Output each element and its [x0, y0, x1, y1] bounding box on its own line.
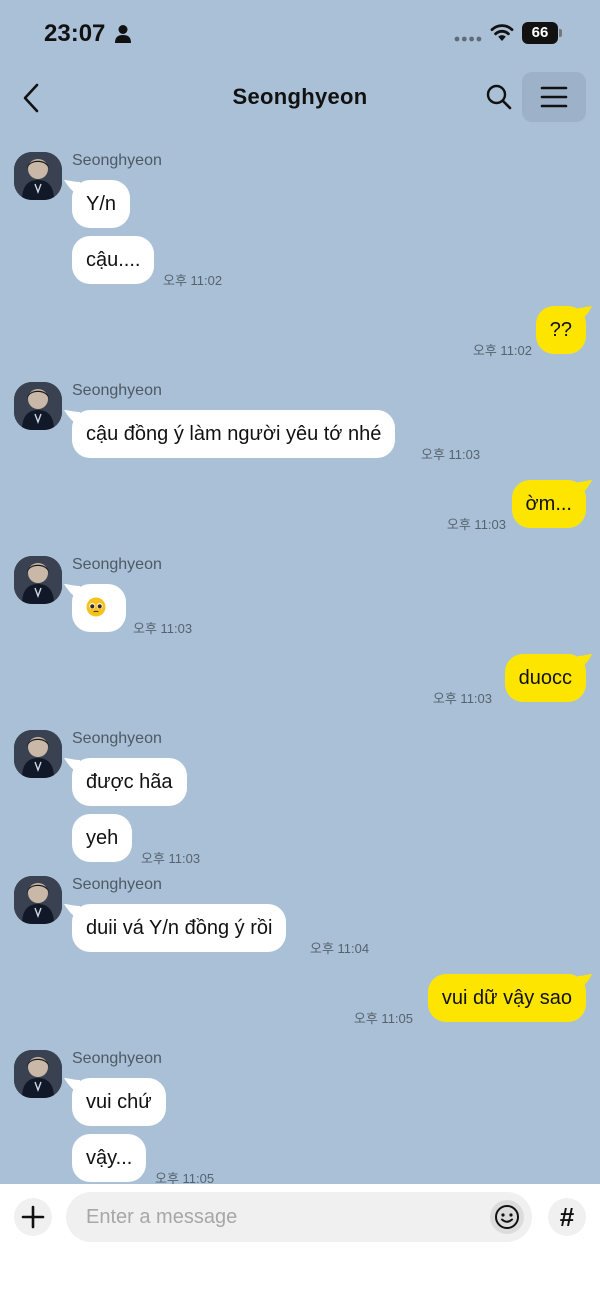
message-bubble[interactable]: yeh: [72, 814, 133, 862]
message-time: 오후 11:03: [446, 517, 506, 532]
message-time: 오후 11:04: [310, 941, 370, 956]
message-bubble[interactable]: được hãa: [72, 758, 187, 806]
status-bar: 23:07 66: [0, 0, 600, 70]
plus-icon: [21, 1205, 45, 1229]
message-bubble[interactable]: cậu đồng ý làm người yêu tớ nhé: [72, 410, 396, 458]
attach-button[interactable]: [14, 1198, 52, 1236]
message-time: 오후 11:03: [432, 691, 492, 706]
search-icon[interactable]: [484, 82, 514, 112]
message-time: 오후 11:05: [353, 1011, 413, 1026]
pleading-face-icon: [86, 597, 106, 617]
bubble-tail: [578, 306, 592, 322]
chat-header: Seonghyeon: [0, 70, 600, 126]
hamburger-menu-icon: [540, 86, 568, 108]
wifi-icon: [490, 24, 514, 41]
sender-name: Seonghyeon: [72, 730, 162, 747]
message-bubble[interactable]: cậu....: [72, 236, 155, 284]
message-time: 오후 11:02: [163, 273, 223, 288]
avatar[interactable]: [14, 152, 62, 200]
message-bubble[interactable]: vui chứ: [72, 1078, 166, 1126]
sender-name: Seonghyeon: [72, 556, 162, 573]
message-bubble-outgoing[interactable]: vui dữ vậy sao: [427, 974, 586, 1022]
message-bubble[interactable]: duii vá Y/n đồng ý rồi: [72, 904, 287, 952]
bubble-tail: [578, 654, 592, 670]
avatar[interactable]: [14, 382, 62, 430]
message-field[interactable]: [66, 1192, 532, 1242]
message-time: 오후 11:02: [472, 343, 532, 358]
message-bubble-outgoing[interactable]: ờm...: [511, 480, 586, 528]
signal-dots-icon: [454, 36, 482, 42]
message-bubble-emoji[interactable]: [72, 584, 126, 632]
message-time: 오후 11:03: [141, 851, 201, 866]
sender-name: Seonghyeon: [72, 876, 162, 893]
message-input-bar: #: [0, 1184, 600, 1299]
message-bubble-outgoing[interactable]: duocc: [504, 654, 586, 702]
message-bubble[interactable]: vậy...: [72, 1134, 147, 1182]
sender-name: Seonghyeon: [72, 382, 162, 399]
menu-button[interactable]: [522, 72, 586, 122]
message-time: 오후 11:03: [421, 447, 481, 462]
avatar[interactable]: [14, 730, 62, 778]
sender-name: Seonghyeon: [72, 152, 162, 169]
smiley-icon: [495, 1205, 519, 1229]
avatar[interactable]: [14, 876, 62, 924]
hashtag-button[interactable]: #: [548, 1198, 586, 1236]
person-icon: [115, 25, 131, 43]
bubble-tail: [578, 480, 592, 496]
avatar[interactable]: [14, 1050, 62, 1098]
message-time: 오후 11:03: [133, 621, 193, 636]
bubble-tail: [578, 974, 592, 990]
battery-level: 66: [522, 22, 558, 44]
message-input[interactable]: [86, 1192, 476, 1242]
emoji-button[interactable]: [490, 1200, 524, 1234]
battery-icon: 66: [522, 22, 562, 44]
message-bubble[interactable]: Y/n: [72, 180, 131, 228]
sender-name: Seonghyeon: [72, 1050, 162, 1067]
avatar[interactable]: [14, 556, 62, 604]
status-time: 23:07: [44, 20, 106, 47]
